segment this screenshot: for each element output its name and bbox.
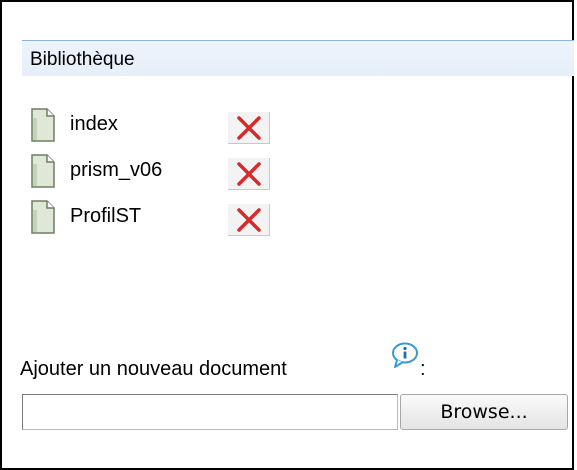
document-icon: [30, 200, 56, 234]
document-item: prism_v06: [30, 154, 290, 200]
document-icon: [30, 154, 56, 188]
file-path-input[interactable]: [22, 394, 398, 430]
library-title: Bibliothèque: [30, 49, 135, 70]
delete-x-icon: [237, 116, 261, 140]
browse-button[interactable]: Browse...: [400, 394, 568, 430]
document-link[interactable]: index: [70, 113, 118, 136]
library-header: Bibliothèque: [22, 40, 574, 76]
document-link[interactable]: prism_v06: [70, 159, 162, 182]
document-list: index prism_v06 ProfilST: [30, 108, 290, 246]
document-item: ProfilST: [30, 200, 290, 246]
delete-x-icon: [237, 208, 261, 232]
add-document-label: Ajouter un nouveau document: [20, 358, 287, 380]
document-link[interactable]: ProfilST: [70, 205, 141, 228]
delete-document-button[interactable]: [228, 204, 270, 236]
document-icon: [30, 108, 56, 142]
add-document-colon: :: [420, 358, 426, 380]
page-frame: Bibliothèque index prism_v06 ProfilST Aj…: [0, 0, 574, 470]
delete-document-button[interactable]: [228, 112, 270, 144]
delete-x-icon: [237, 162, 261, 186]
delete-document-button[interactable]: [228, 158, 270, 190]
info-bubble-icon[interactable]: [391, 342, 419, 368]
document-item: index: [30, 108, 290, 154]
